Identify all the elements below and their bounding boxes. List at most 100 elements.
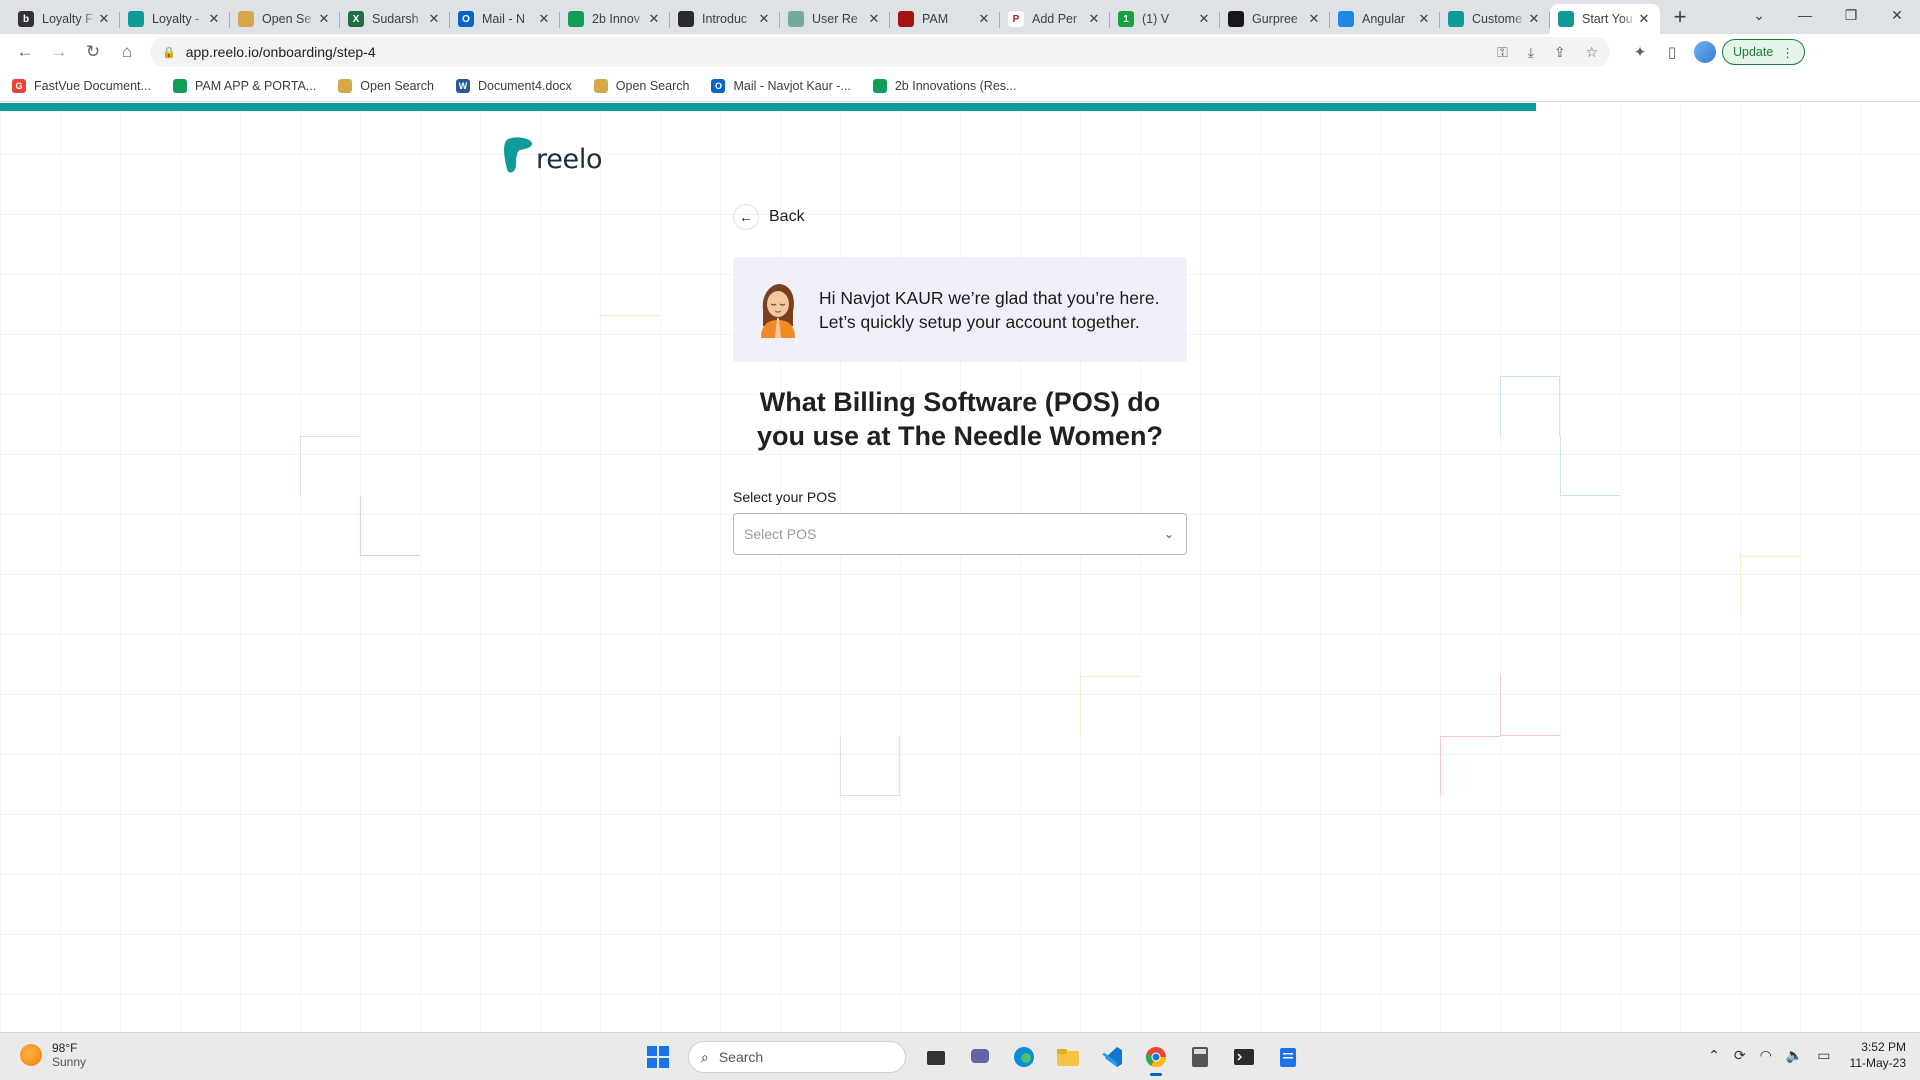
progress-bar [0, 103, 1536, 111]
side-panel-icon[interactable]: ▯ [1656, 43, 1688, 61]
browser-tab[interactable]: Custome ✕ [1440, 4, 1550, 34]
tab-close-icon[interactable]: ✕ [206, 11, 222, 27]
tab-favicon-icon [678, 11, 694, 27]
windows-start-icon[interactable] [640, 1040, 676, 1074]
sync-icon[interactable]: ⟳ [1734, 1047, 1746, 1064]
browser-tab[interactable]: P Add Per ✕ [1000, 4, 1110, 34]
tab-search-icon[interactable]: ⌄ [1736, 0, 1782, 30]
pos-select[interactable]: Select POS ⌄ [733, 513, 1187, 555]
sun-icon [20, 1044, 42, 1066]
minimize-icon[interactable]: — [1782, 0, 1828, 30]
tab-close-icon[interactable]: ✕ [1526, 11, 1542, 27]
clock[interactable]: 3:52 PM 11-May-23 [1850, 1039, 1906, 1071]
chat-icon[interactable] [962, 1040, 998, 1074]
tab-close-icon[interactable]: ✕ [1306, 11, 1322, 27]
browser-toolbar: ← → ↻ ⌂ 🔒 app.reelo.io/onboarding/step-4… [0, 34, 1920, 70]
new-tab-icon[interactable]: + [1666, 4, 1694, 32]
tab-close-icon[interactable]: ✕ [976, 11, 992, 27]
vscode-icon[interactable] [1094, 1040, 1130, 1074]
browser-tab[interactable]: Introduc ✕ [670, 4, 780, 34]
tab-close-icon[interactable]: ✕ [1636, 11, 1652, 27]
calculator-icon[interactable] [1182, 1040, 1218, 1074]
tab-favicon-icon: 1 [1118, 11, 1134, 27]
tab-favicon-icon: O [458, 11, 474, 27]
key-icon[interactable]: ⚿ [1497, 44, 1508, 60]
bookmark-item[interactable]: 2b Innovations (Res... [872, 78, 1016, 93]
chrome-icon[interactable] [1138, 1040, 1174, 1076]
browser-tab[interactable]: X Sudarsh ✕ [340, 4, 450, 34]
tab-close-icon[interactable]: ✕ [96, 11, 112, 27]
bookmark-favicon-icon [872, 78, 887, 93]
bookmark-item[interactable]: Open Search [338, 78, 434, 93]
weather-desc: Sunny [52, 1055, 87, 1069]
home-icon[interactable]: ⌂ [110, 37, 144, 67]
tab-favicon-icon [1448, 11, 1464, 27]
browser-tab[interactable]: b Loyalty F ✕ [10, 4, 120, 34]
bookmark-favicon-icon [593, 78, 608, 93]
browser-tab[interactable]: Angular ✕ [1330, 4, 1440, 34]
bookmark-label: Mail - Navjot Kaur -... [733, 78, 851, 93]
tab-close-icon[interactable]: ✕ [536, 11, 552, 27]
browser-tab[interactable]: PAM ✕ [890, 4, 1000, 34]
file-explorer-icon[interactable] [1050, 1040, 1086, 1074]
tab-title: Angular [1362, 12, 1406, 26]
tab-close-icon[interactable]: ✕ [426, 11, 442, 27]
lock-icon[interactable]: 🔒 [162, 46, 176, 59]
bookmark-item[interactable]: Open Search [593, 78, 689, 93]
chevron-up-icon[interactable]: ⌃ [1708, 1047, 1720, 1064]
url-text[interactable]: app.reelo.io/onboarding/step-4 [186, 44, 1481, 60]
terminal-icon[interactable] [1226, 1040, 1262, 1074]
install-icon[interactable]: ⤓ [1528, 44, 1534, 60]
browser-tab[interactable]: Start You ✕ [1550, 4, 1660, 34]
address-bar[interactable]: 🔒 app.reelo.io/onboarding/step-4 ⚿ ⤓ ⇪ ☆ [150, 37, 1610, 67]
wifi-icon[interactable]: ◠ [1760, 1047, 1772, 1064]
tab-strip: b Loyalty F ✕ Loyalty - ✕ Open Se ✕ X Sudarsh ✕ O M… [0, 0, 1920, 34]
star-icon[interactable]: ☆ [1585, 44, 1598, 60]
tab-close-icon[interactable]: ✕ [316, 11, 332, 27]
update-button[interactable]: Update ⋮ [1722, 39, 1805, 65]
back-nav-icon[interactable]: ← [8, 37, 42, 67]
browser-tab[interactable]: Open Se ✕ [230, 4, 340, 34]
edge-icon[interactable] [1006, 1040, 1042, 1074]
bookmark-favicon-icon [172, 78, 187, 93]
bookmark-item[interactable]: G FastVue Document... [12, 78, 151, 93]
battery-icon[interactable]: ▭ [1817, 1047, 1830, 1064]
tab-close-icon[interactable]: ✕ [756, 11, 772, 27]
notepad-icon[interactable] [1270, 1040, 1306, 1074]
forward-nav-icon[interactable]: → [42, 37, 76, 67]
tab-close-icon[interactable]: ✕ [646, 11, 662, 27]
browser-tab[interactable]: Loyalty - ✕ [120, 4, 230, 34]
extensions-icon[interactable]: ✦ [1624, 43, 1656, 61]
bookmark-label: PAM APP & PORTA... [194, 78, 317, 93]
browser-tab[interactable]: 2b Innov ✕ [560, 4, 670, 34]
decor-square [360, 496, 420, 556]
volume-muted-icon[interactable]: 🔈 [1786, 1047, 1803, 1064]
bookmark-item[interactable]: O Mail - Navjot Kaur -... [711, 78, 851, 93]
restore-icon[interactable]: ❐ [1828, 0, 1874, 30]
share-icon[interactable]: ⇪ [1554, 44, 1566, 60]
tab-favicon-icon: X [348, 11, 364, 27]
tab-title: Mail - N [482, 12, 526, 26]
browser-tab[interactable]: O Mail - N ✕ [450, 4, 560, 34]
tab-close-icon[interactable]: ✕ [1416, 11, 1432, 27]
reload-icon[interactable]: ↻ [76, 37, 110, 67]
reelo-logo[interactable]: reelo [500, 135, 603, 175]
browser-tab[interactable]: User Re ✕ [780, 4, 890, 34]
tab-title: Start You [1582, 12, 1633, 26]
browser-tab[interactable]: 1 (1) V ✕ [1110, 4, 1220, 34]
back-button[interactable]: ← Back [733, 204, 805, 230]
weather-widget[interactable]: 98°F Sunny [20, 1041, 86, 1069]
tab-close-icon[interactable]: ✕ [1086, 11, 1102, 27]
taskbar-search[interactable]: ⌕ Search [688, 1041, 906, 1073]
tab-close-icon[interactable]: ✕ [866, 11, 882, 27]
bookmark-item[interactable]: PAM APP & PORTA... [172, 78, 317, 93]
bookmark-favicon-icon: O [711, 78, 726, 93]
bookmark-item[interactable]: W Document4.docx [455, 78, 572, 93]
close-window-icon[interactable]: ✕ [1874, 0, 1920, 30]
task-view-icon[interactable] [918, 1040, 954, 1074]
tab-close-icon[interactable]: ✕ [1196, 11, 1212, 27]
arrow-left-icon: ← [733, 204, 759, 230]
tab-title: Loyalty - [152, 12, 200, 26]
browser-tab[interactable]: Gurpree ✕ [1220, 4, 1330, 34]
profile-avatar[interactable] [1694, 41, 1716, 63]
